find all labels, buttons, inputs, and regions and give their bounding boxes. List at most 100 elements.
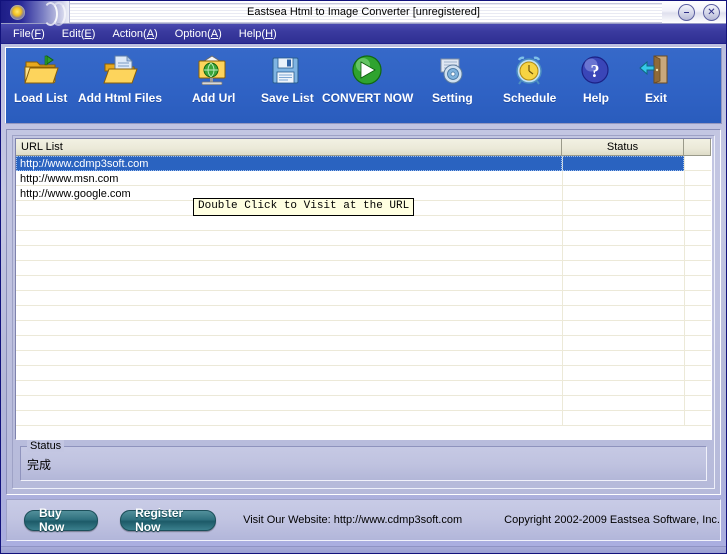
register-now-button[interactable]: Register Now (120, 506, 217, 534)
table-row-empty[interactable] (16, 396, 711, 411)
globe-monitor-icon (196, 53, 232, 89)
toolbar-button-setting[interactable]: Setting (432, 53, 473, 105)
cell-url (16, 411, 562, 426)
folder-document-icon (102, 53, 138, 89)
tooltip-visit-url: Double Click to Visit at the URL (193, 198, 415, 216)
cell-extra (684, 246, 711, 261)
cell-status (562, 246, 684, 261)
table-row-empty[interactable] (16, 276, 711, 291)
cell-extra (684, 216, 711, 231)
menu-item-help[interactable]: Help(H) (237, 27, 279, 41)
client-panel: URL List Status http://www.cdmp3soft.com… (6, 129, 721, 495)
minimize-button[interactable]: – (678, 4, 695, 21)
url-list-view[interactable]: URL List Status http://www.cdmp3soft.com… (15, 138, 712, 440)
cell-url (16, 231, 562, 246)
cell-url: http://www.cdmp3soft.com (16, 156, 562, 171)
open-folder-icon (23, 53, 59, 89)
application-window: Eastsea Html to Image Converter [unregis… (0, 0, 727, 554)
cell-extra (684, 201, 711, 216)
table-row-empty[interactable] (16, 306, 711, 321)
menu-file-tail: ) (41, 27, 45, 40)
toolbar-button-add-url[interactable]: Add Url (192, 53, 235, 105)
toolbar-label-add-url: Add Url (192, 91, 236, 105)
cell-url (16, 306, 562, 321)
menu-option-text: Option( (174, 27, 211, 40)
column-header-status[interactable]: Status (562, 139, 684, 156)
cell-status (562, 186, 684, 201)
status-value: 完成 (27, 458, 52, 472)
toolbar-button-save-list[interactable]: Save List (261, 53, 314, 105)
toolbar-button-convert-now[interactable]: CONVERT NOW (322, 53, 413, 105)
table-row[interactable]: http://www.cdmp3soft.com (16, 156, 711, 171)
menu-edit-text: Edit( (61, 27, 85, 40)
toolbar-button-load-list[interactable]: Load List (14, 53, 67, 105)
menu-file-text: File( (13, 27, 35, 40)
toolbar-label-load-list: Load List (14, 91, 68, 105)
menu-item-action[interactable]: Action(A) (110, 27, 159, 41)
table-row[interactable]: http://www.msn.com (16, 171, 711, 186)
client-inner-panel: URL List Status http://www.cdmp3soft.com… (12, 135, 715, 489)
alarm-clock-icon (512, 53, 548, 89)
cell-extra (684, 336, 711, 351)
column-header-extra[interactable] (684, 139, 711, 156)
cell-url (16, 396, 562, 411)
buy-now-button[interactable]: Buy Now (24, 506, 99, 534)
window-title: Eastsea Html to Image Converter [unregis… (247, 6, 480, 18)
table-row-empty[interactable] (16, 351, 711, 366)
menu-bar: File(F) Edit(E) Action(A) Option(A) Help… (1, 24, 726, 44)
menu-item-option[interactable]: Option(A) (173, 27, 224, 41)
cell-status (562, 216, 684, 231)
table-row-empty[interactable] (16, 366, 711, 381)
cell-extra (684, 276, 711, 291)
table-row-empty[interactable] (16, 381, 711, 396)
table-row-empty[interactable] (16, 336, 711, 351)
bottom-bevel (1, 546, 726, 553)
toolbar-button-add-html-files[interactable]: Add Html Files (78, 53, 162, 105)
toolbar: Load List Add Html Files Add Url Save Li… (6, 48, 721, 123)
cell-extra (684, 171, 711, 186)
menu-item-edit[interactable]: Edit(E) (60, 27, 98, 41)
exit-door-icon (638, 53, 674, 89)
column-header-url-list[interactable]: URL List (16, 139, 562, 156)
cell-url (16, 261, 562, 276)
menu-option-tail: ) (218, 27, 222, 40)
cell-extra (684, 396, 711, 411)
cell-extra (684, 291, 711, 306)
table-row-empty[interactable] (16, 216, 711, 231)
cell-extra (684, 261, 711, 276)
table-row-empty[interactable] (16, 411, 711, 426)
table-row-empty[interactable] (16, 321, 711, 336)
toolbar-label-add-html-files: Add Html Files (78, 91, 163, 105)
cell-status (562, 336, 684, 351)
toolbar-label-convert-now: CONVERT NOW (322, 91, 414, 105)
question-circle-icon: ? (578, 53, 614, 89)
copyright-text: Copyright 2002-2009 Eastsea Software, In… (504, 514, 720, 526)
toolbar-button-exit[interactable]: Exit (638, 53, 674, 105)
table-row-empty[interactable] (16, 246, 711, 261)
cell-status (562, 396, 684, 411)
menu-item-file[interactable]: File(F) (11, 27, 47, 41)
close-button[interactable]: ✕ (703, 4, 720, 21)
cell-extra (684, 366, 711, 381)
title-bar[interactable]: Eastsea Html to Image Converter [unregis… (1, 1, 726, 26)
cell-url (16, 336, 562, 351)
toolbar-panel: Load List Add Html Files Add Url Save Li… (5, 47, 722, 124)
table-row-empty[interactable] (16, 261, 711, 276)
status-group-box: Status 完成 (20, 440, 707, 481)
cell-url: http://www.msn.com (20, 172, 119, 185)
cell-status (562, 351, 684, 366)
menu-action-text: Action( (112, 27, 147, 40)
cell-url (16, 291, 562, 306)
footer-bar: Buy Now Register Now Visit Our Website: … (6, 499, 721, 541)
toolbar-button-help[interactable]: ? Help (578, 53, 614, 105)
disc-tools-icon (434, 53, 470, 89)
svg-text:?: ? (591, 61, 600, 81)
toolbar-label-help: Help (582, 91, 609, 105)
website-text: Visit Our Website: http://www.cdmp3soft.… (243, 514, 463, 526)
toolbar-label-exit: Exit (644, 91, 667, 105)
menu-help-accel: H (265, 27, 274, 40)
toolbar-button-schedule[interactable]: Schedule (503, 53, 556, 105)
table-row-empty[interactable] (16, 231, 711, 246)
table-row-empty[interactable] (16, 291, 711, 306)
cell-url (16, 246, 562, 261)
